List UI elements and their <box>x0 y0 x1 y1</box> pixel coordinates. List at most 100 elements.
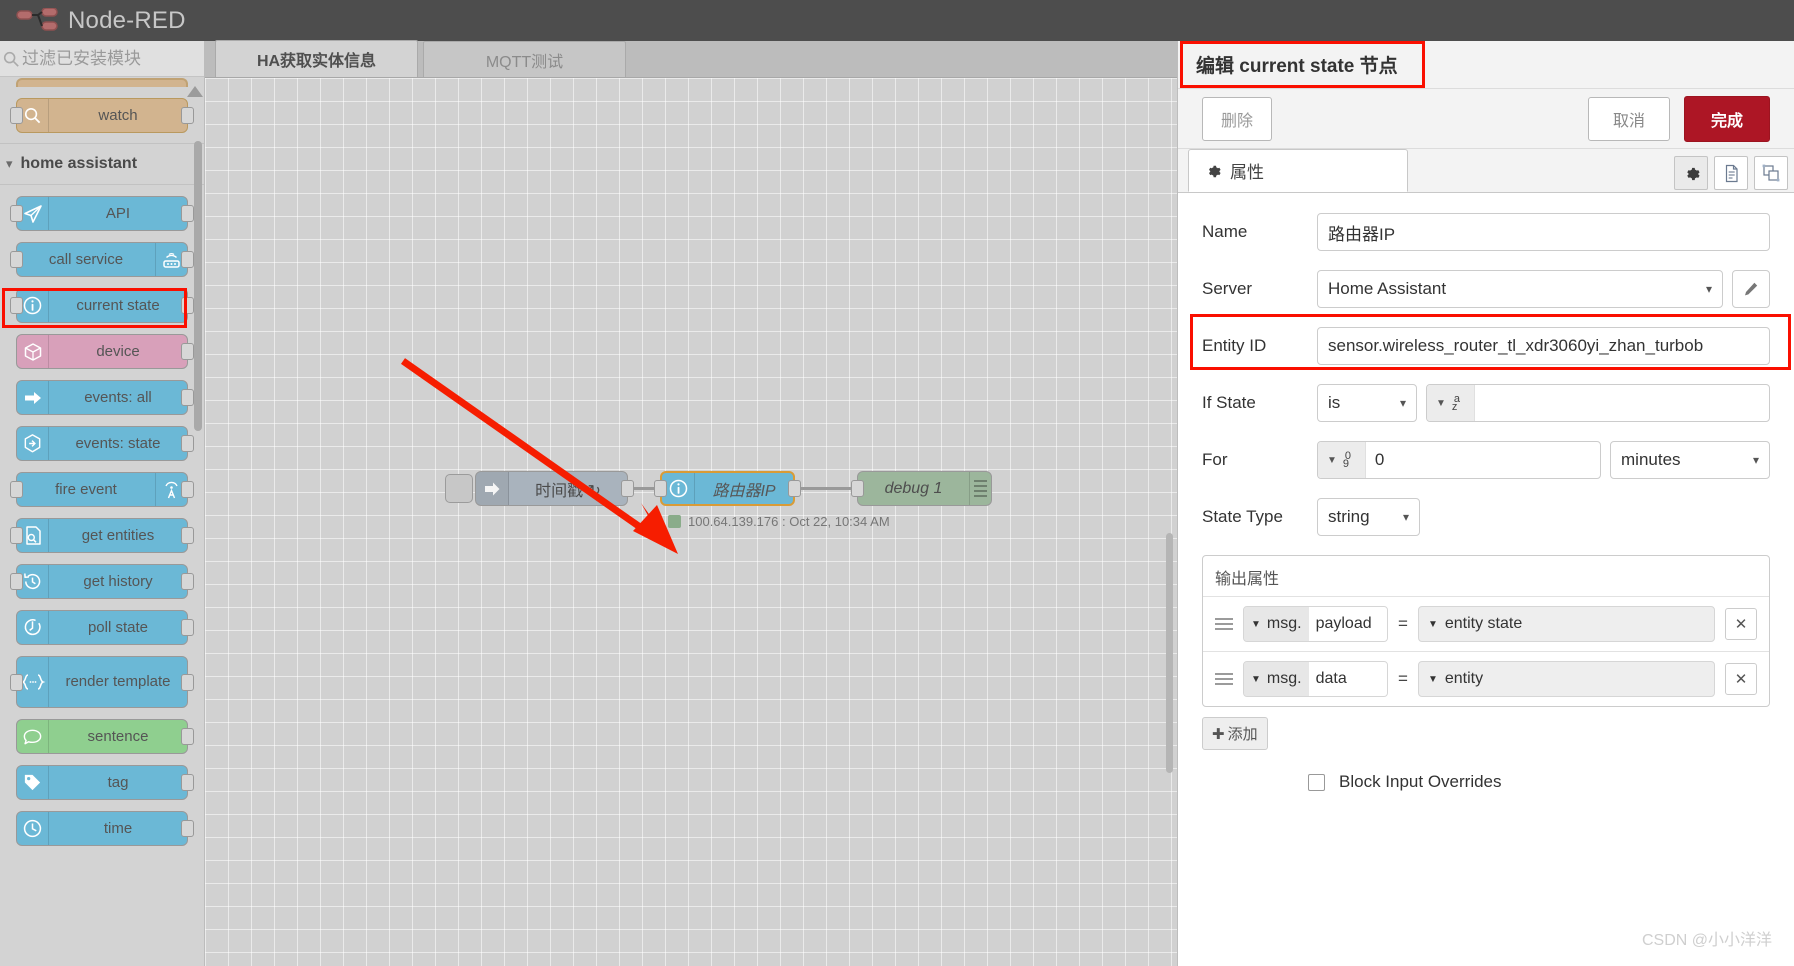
palette-node-events-all[interactable]: events: all <box>16 380 194 415</box>
node-input-port[interactable] <box>10 527 23 544</box>
palette-node-fire-event[interactable]: fire event <box>10 472 194 507</box>
delete-button[interactable]: 删除 <box>1202 96 1273 141</box>
node-input-port[interactable] <box>10 107 23 124</box>
palette-node-label: API <box>105 204 131 222</box>
palette-node-api[interactable]: API <box>10 196 194 231</box>
node-output-port[interactable] <box>181 774 194 791</box>
node-output-port[interactable] <box>181 251 194 268</box>
node-input-port[interactable] <box>10 481 23 498</box>
tab-icon-properties[interactable] <box>1674 156 1708 190</box>
output-scope-select[interactable]: ▼ msg. <box>1244 662 1309 696</box>
node-output-port[interactable] <box>181 435 194 452</box>
palette-scrollbar[interactable] <box>194 141 202 431</box>
node-input-port[interactable] <box>10 251 23 268</box>
block-input-overrides-row[interactable]: Block Input Overrides <box>1308 772 1794 792</box>
palette-node-watch[interactable]: watch <box>10 98 194 133</box>
flow-tab-mqtt[interactable]: MQTT测试 <box>423 41 626 77</box>
output-property-target[interactable]: ▼ msg. payload <box>1243 606 1388 642</box>
tab-icon-description[interactable] <box>1714 156 1748 190</box>
palette-node-render-template[interactable]: render template <box>10 656 194 708</box>
palette-scroll-up-arrow[interactable] <box>187 86 203 97</box>
tab-properties[interactable]: 属性 <box>1188 149 1408 192</box>
node-output-port[interactable] <box>181 297 194 314</box>
node-output-port[interactable] <box>181 343 194 360</box>
palette-node-get-entities[interactable]: get entities <box>10 518 194 553</box>
name-input[interactable]: 路由器IP <box>1317 213 1770 251</box>
if-state-type-button[interactable]: ▼ az <box>1427 385 1475 421</box>
edit-server-button[interactable] <box>1732 270 1770 308</box>
palette-node-current-state[interactable]: current state <box>10 288 194 323</box>
palette-search-container[interactable] <box>0 41 204 77</box>
drag-handle-icon[interactable] <box>1215 673 1233 685</box>
chevron-down-icon: ▾ <box>1705 282 1712 296</box>
node-output-port[interactable] <box>181 205 194 222</box>
palette-node-label: events: state <box>75 434 161 452</box>
node-output-port[interactable] <box>181 527 194 544</box>
block-input-overrides-checkbox[interactable] <box>1308 773 1325 791</box>
node-output-port[interactable] <box>181 389 194 406</box>
palette-category-home-assistant[interactable]: ▾ home assistant <box>0 143 204 185</box>
node-output-port[interactable] <box>181 481 194 498</box>
for-units-select[interactable]: minutes ▾ <box>1610 441 1770 479</box>
node-input-port[interactable] <box>10 573 23 590</box>
output-scope-select[interactable]: ▼ msg. <box>1244 607 1309 641</box>
node-output-port[interactable] <box>788 480 801 497</box>
entity-id-input[interactable]: sensor.wireless_router_tl_xdr3060yi_zhan… <box>1317 327 1770 365</box>
output-property-name[interactable]: payload <box>1308 607 1387 641</box>
palette-node-device[interactable]: device <box>16 334 194 369</box>
remove-output-button[interactable]: ✕ <box>1725 663 1757 695</box>
output-property-name[interactable]: data <box>1308 662 1387 696</box>
done-button[interactable]: 完成 <box>1683 95 1770 142</box>
palette-node-poll-state[interactable]: poll state <box>16 610 194 645</box>
output-value-select[interactable]: ▼ entity <box>1417 661 1715 697</box>
flow-canvas[interactable]: 时间戳 ↻ 路由器IP 100.64.139.176 : Oct 22, 10:… <box>205 78 1177 966</box>
palette-node-tag[interactable]: tag <box>16 765 194 800</box>
palette-node-time[interactable]: time <box>16 811 194 846</box>
node-output-port[interactable] <box>181 619 194 636</box>
if-state-value-input[interactable]: ▼ az <box>1426 384 1770 422</box>
drag-handle-icon[interactable] <box>1215 618 1233 630</box>
output-property-target[interactable]: ▼ msg. data <box>1243 661 1388 697</box>
node-output-port[interactable] <box>181 728 194 745</box>
tab-icon-appearance[interactable] <box>1754 156 1788 190</box>
palette-search-input[interactable] <box>20 47 204 70</box>
for-type-button[interactable]: ▼ 09 <box>1318 442 1366 478</box>
output-value-label: entity state <box>1444 615 1523 632</box>
09-number-icon: 09 <box>1342 450 1352 470</box>
palette-node-events-state[interactable]: events: state <box>16 426 194 461</box>
chevron-down-icon: ▾ <box>6 156 13 171</box>
canvas-vertical-scrollbar[interactable] <box>1166 533 1173 773</box>
state-type-select[interactable]: string ▾ <box>1317 498 1420 536</box>
flow-node-debug[interactable]: debug 1 <box>851 471 992 506</box>
palette-node-sentence[interactable]: sentence <box>16 719 194 754</box>
for-value-input[interactable]: ▼ 09 0 <box>1317 441 1601 479</box>
output-value-select[interactable]: ▼ entity state <box>1417 606 1715 642</box>
node-output-port[interactable] <box>181 573 194 590</box>
node-output-port[interactable] <box>181 674 194 691</box>
palette-sidebar: watch ▾ home assistant API call servi <box>0 41 205 966</box>
debug-lines-icon <box>969 472 991 505</box>
if-state-label: If State <box>1202 393 1256 412</box>
node-input-port[interactable] <box>10 297 23 314</box>
remove-output-button[interactable]: ✕ <box>1725 608 1757 640</box>
node-input-port[interactable] <box>851 480 864 497</box>
if-state-operator-value: is <box>1328 393 1341 412</box>
output-properties-section: 输出属性 ▼ msg. payload = ▼ entity state ✕ ▼… <box>1202 555 1770 707</box>
server-select[interactable]: Home Assistant ▾ <box>1317 270 1723 308</box>
plus-icon: ✚ <box>1212 725 1225 743</box>
chevron-down-icon: ▾ <box>1752 453 1759 467</box>
palette-node-call-service[interactable]: call service <box>10 242 194 277</box>
add-output-button[interactable]: ✚ 添加 <box>1202 717 1268 750</box>
gear-icon <box>1686 167 1700 180</box>
node-input-port[interactable] <box>10 205 23 222</box>
cancel-button[interactable]: 取消 <box>1587 96 1670 141</box>
flow-tab-ha[interactable]: HA获取实体信息 <box>215 40 418 77</box>
tab-properties-label: 属性 <box>1230 163 1264 182</box>
node-output-port[interactable] <box>181 820 194 837</box>
palette-node-get-history[interactable]: get history <box>10 564 194 599</box>
if-state-operator-select[interactable]: is ▾ <box>1317 384 1417 422</box>
node-output-port[interactable] <box>181 107 194 124</box>
node-input-port[interactable] <box>10 674 23 691</box>
palette-node-label: poll state <box>87 618 149 636</box>
for-value-text: 0 <box>1374 450 1385 469</box>
